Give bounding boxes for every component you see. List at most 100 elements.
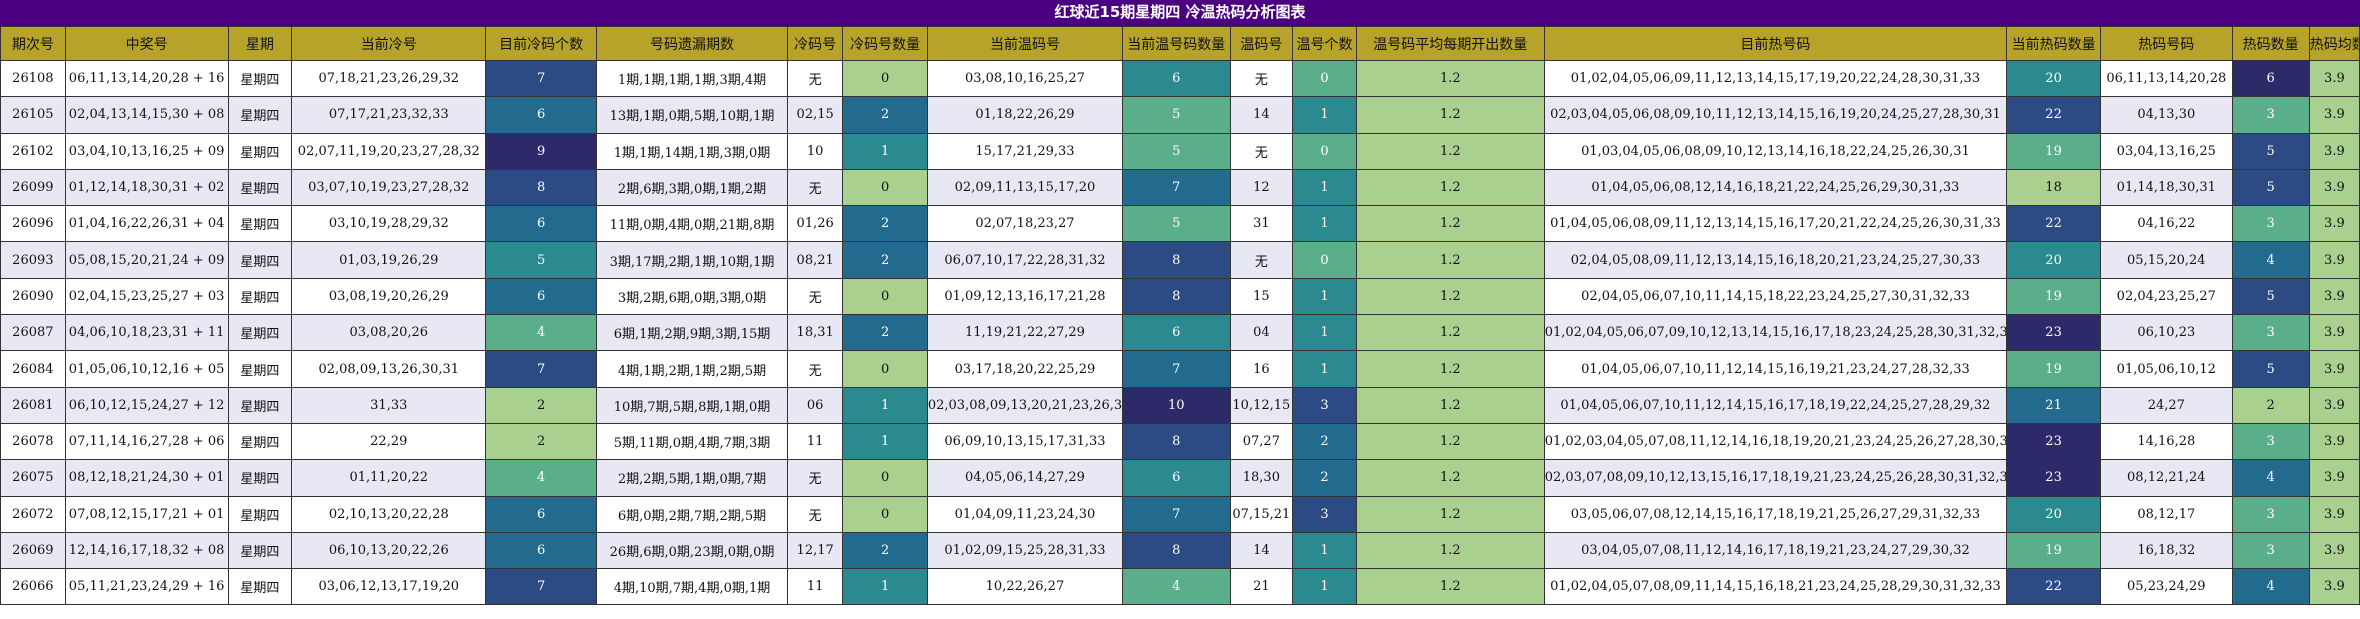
cell-cold-numbers: 03,06,12,13,17,19,20 xyxy=(291,568,487,606)
cell-cold-numbers: 03,08,20,26 xyxy=(291,314,487,352)
cell-hot-count: 22 xyxy=(2006,96,2102,134)
cell-warm-hit: 12 xyxy=(1229,168,1294,207)
cell-warm-hit: 无 xyxy=(1229,59,1294,98)
cell-warm-average: 1.2 xyxy=(1355,96,1545,134)
table-row: 26084 01,05,06,10,12,16 + 05 星期四 02,08,09,1… xyxy=(0,350,2360,388)
cell-hot-count: 23 xyxy=(2006,459,2102,497)
cell-warm-count: 6 xyxy=(1122,314,1231,352)
cell-period: 26069 xyxy=(0,531,66,570)
cell-miss-periods: 4期,10期,7期,4期,0期,1期 xyxy=(595,568,789,606)
cell-hot-count: 22 xyxy=(2006,205,2102,243)
cell-warm-count: 8 xyxy=(1122,422,1231,461)
cell-hot-numbers: 03,04,05,07,08,11,12,14,16,17,18,19,21,2… xyxy=(1543,531,2008,570)
cell-warm-hit-count: 1 xyxy=(1292,531,1357,570)
cell-cold-hit: 02,15 xyxy=(786,96,844,134)
header-period: 期次号 xyxy=(0,26,66,61)
cell-hot-hit-count: 3 xyxy=(2231,205,2310,243)
cell-period: 26075 xyxy=(0,459,66,497)
cell-cold-hit: 无 xyxy=(786,59,844,98)
cell-warm-hit: 14 xyxy=(1229,96,1294,134)
cell-warm-numbers: 06,09,10,13,15,17,31,33 xyxy=(926,422,1124,461)
cell-warm-hit: 18,30 xyxy=(1229,459,1294,497)
cell-warm-hit-count: 1 xyxy=(1292,205,1357,243)
cell-hot-hit-count: 4 xyxy=(2231,459,2310,497)
cell-warm-average: 1.2 xyxy=(1355,386,1545,424)
header-hot-average: 热码均数 xyxy=(2308,26,2360,61)
cell-cold-count: 7 xyxy=(485,568,597,606)
cell-hot-count: 23 xyxy=(2006,422,2102,461)
cell-cold-hit: 11 xyxy=(786,422,844,461)
cell-cold-count: 2 xyxy=(485,386,597,424)
cell-hot-numbers: 02,04,05,08,09,11,12,13,14,15,16,18,20,2… xyxy=(1543,241,2008,279)
table-row: 26108 06,11,13,14,20,28 + 16 星期四 07,18,21,2… xyxy=(0,59,2360,98)
cell-warm-count: 4 xyxy=(1122,568,1231,606)
cell-period: 26105 xyxy=(0,96,66,134)
cell-cold-count: 9 xyxy=(485,132,597,170)
cell-warm-average: 1.2 xyxy=(1355,422,1545,461)
cell-hot-numbers: 01,04,05,06,08,12,14,16,18,21,22,24,25,2… xyxy=(1543,168,2008,207)
header-hot-count: 当前热码数量 xyxy=(2006,26,2102,61)
cell-cold-hit-count: 0 xyxy=(842,168,928,207)
cell-cold-count: 2 xyxy=(485,422,597,461)
cell-warm-hit: 无 xyxy=(1229,132,1294,170)
cell-miss-periods: 3期,2期,6期,0期,3期,0期 xyxy=(595,277,789,316)
table-row: 26102 03,04,10,13,16,25 + 09 星期四 02,07,11,1… xyxy=(0,132,2360,170)
cell-hot-hit-count: 4 xyxy=(2231,241,2310,279)
header-warm-count: 当前温号码数量 xyxy=(1122,26,1231,61)
cell-warm-numbers: 01,02,09,15,25,28,31,33 xyxy=(926,531,1124,570)
cell-cold-count: 6 xyxy=(485,96,597,134)
cell-period: 26078 xyxy=(0,422,66,461)
cell-warm-numbers: 06,07,10,17,22,28,31,32 xyxy=(926,241,1124,279)
cell-cold-hit: 无 xyxy=(786,495,844,533)
cell-warm-average: 1.2 xyxy=(1355,314,1545,352)
cell-weekday: 星期四 xyxy=(227,168,293,207)
cell-cold-hit: 08,21 xyxy=(786,241,844,279)
cell-hot-count: 19 xyxy=(2006,531,2102,570)
cell-cold-hit: 无 xyxy=(786,277,844,316)
cell-winning-numbers: 02,04,15,23,25,27 + 03 xyxy=(64,277,229,316)
cell-hot-average: 3.9 xyxy=(2308,241,2360,279)
cell-cold-count: 6 xyxy=(485,531,597,570)
cell-winning-numbers: 07,08,12,15,17,21 + 01 xyxy=(64,495,229,533)
cell-warm-hit: 07,15,21 xyxy=(1229,495,1294,533)
cell-hot-hit: 04,16,22 xyxy=(2100,205,2233,243)
cell-winning-numbers: 01,12,14,18,30,31 + 02 xyxy=(64,168,229,207)
cell-weekday: 星期四 xyxy=(227,350,293,388)
cell-cold-hit-count: 1 xyxy=(842,386,928,424)
cell-hot-hit-count: 3 xyxy=(2231,314,2310,352)
cell-warm-average: 1.2 xyxy=(1355,132,1545,170)
cell-weekday: 星期四 xyxy=(227,531,293,570)
cell-winning-numbers: 08,12,18,21,24,30 + 01 xyxy=(64,459,229,497)
cell-weekday: 星期四 xyxy=(227,386,293,424)
cell-warm-numbers: 02,07,18,23,27 xyxy=(926,205,1124,243)
cell-weekday: 星期四 xyxy=(227,277,293,316)
cell-cold-hit: 18,31 xyxy=(786,314,844,352)
cell-weekday: 星期四 xyxy=(227,568,293,606)
cell-miss-periods: 6期,1期,2期,9期,3期,15期 xyxy=(595,314,789,352)
cell-winning-numbers: 04,06,10,18,23,31 + 11 xyxy=(64,314,229,352)
cell-hot-average: 3.9 xyxy=(2308,205,2360,243)
cell-hot-average: 3.9 xyxy=(2308,568,2360,606)
cell-winning-numbers: 06,11,13,14,20,28 + 16 xyxy=(64,59,229,98)
cell-hot-average: 3.9 xyxy=(2308,168,2360,207)
cell-warm-numbers: 03,17,18,20,22,25,29 xyxy=(926,350,1124,388)
cell-hot-count: 19 xyxy=(2006,277,2102,316)
cell-warm-hit: 15 xyxy=(1229,277,1294,316)
cell-warm-hit: 31 xyxy=(1229,205,1294,243)
header-cold-numbers: 当前冷号 xyxy=(291,26,487,61)
cell-period: 26090 xyxy=(0,277,66,316)
cell-cold-numbers: 02,08,09,13,26,30,31 xyxy=(291,350,487,388)
cell-hot-count: 20 xyxy=(2006,241,2102,279)
cell-weekday: 星期四 xyxy=(227,495,293,533)
cell-warm-count: 7 xyxy=(1122,350,1231,388)
cell-cold-hit-count: 2 xyxy=(842,205,928,243)
table-row: 26099 01,12,14,18,30,31 + 02 星期四 03,07,10,1… xyxy=(0,168,2360,207)
cell-warm-average: 1.2 xyxy=(1355,277,1545,316)
cell-hot-count: 19 xyxy=(2006,132,2102,170)
cell-warm-numbers: 02,09,11,13,15,17,20 xyxy=(926,168,1124,207)
cell-warm-average: 1.2 xyxy=(1355,241,1545,279)
cell-cold-numbers: 03,08,19,20,26,29 xyxy=(291,277,487,316)
cell-warm-count: 6 xyxy=(1122,459,1231,497)
cell-warm-count: 8 xyxy=(1122,277,1231,316)
cell-miss-periods: 10期,7期,5期,8期,1期,0期 xyxy=(595,386,789,424)
